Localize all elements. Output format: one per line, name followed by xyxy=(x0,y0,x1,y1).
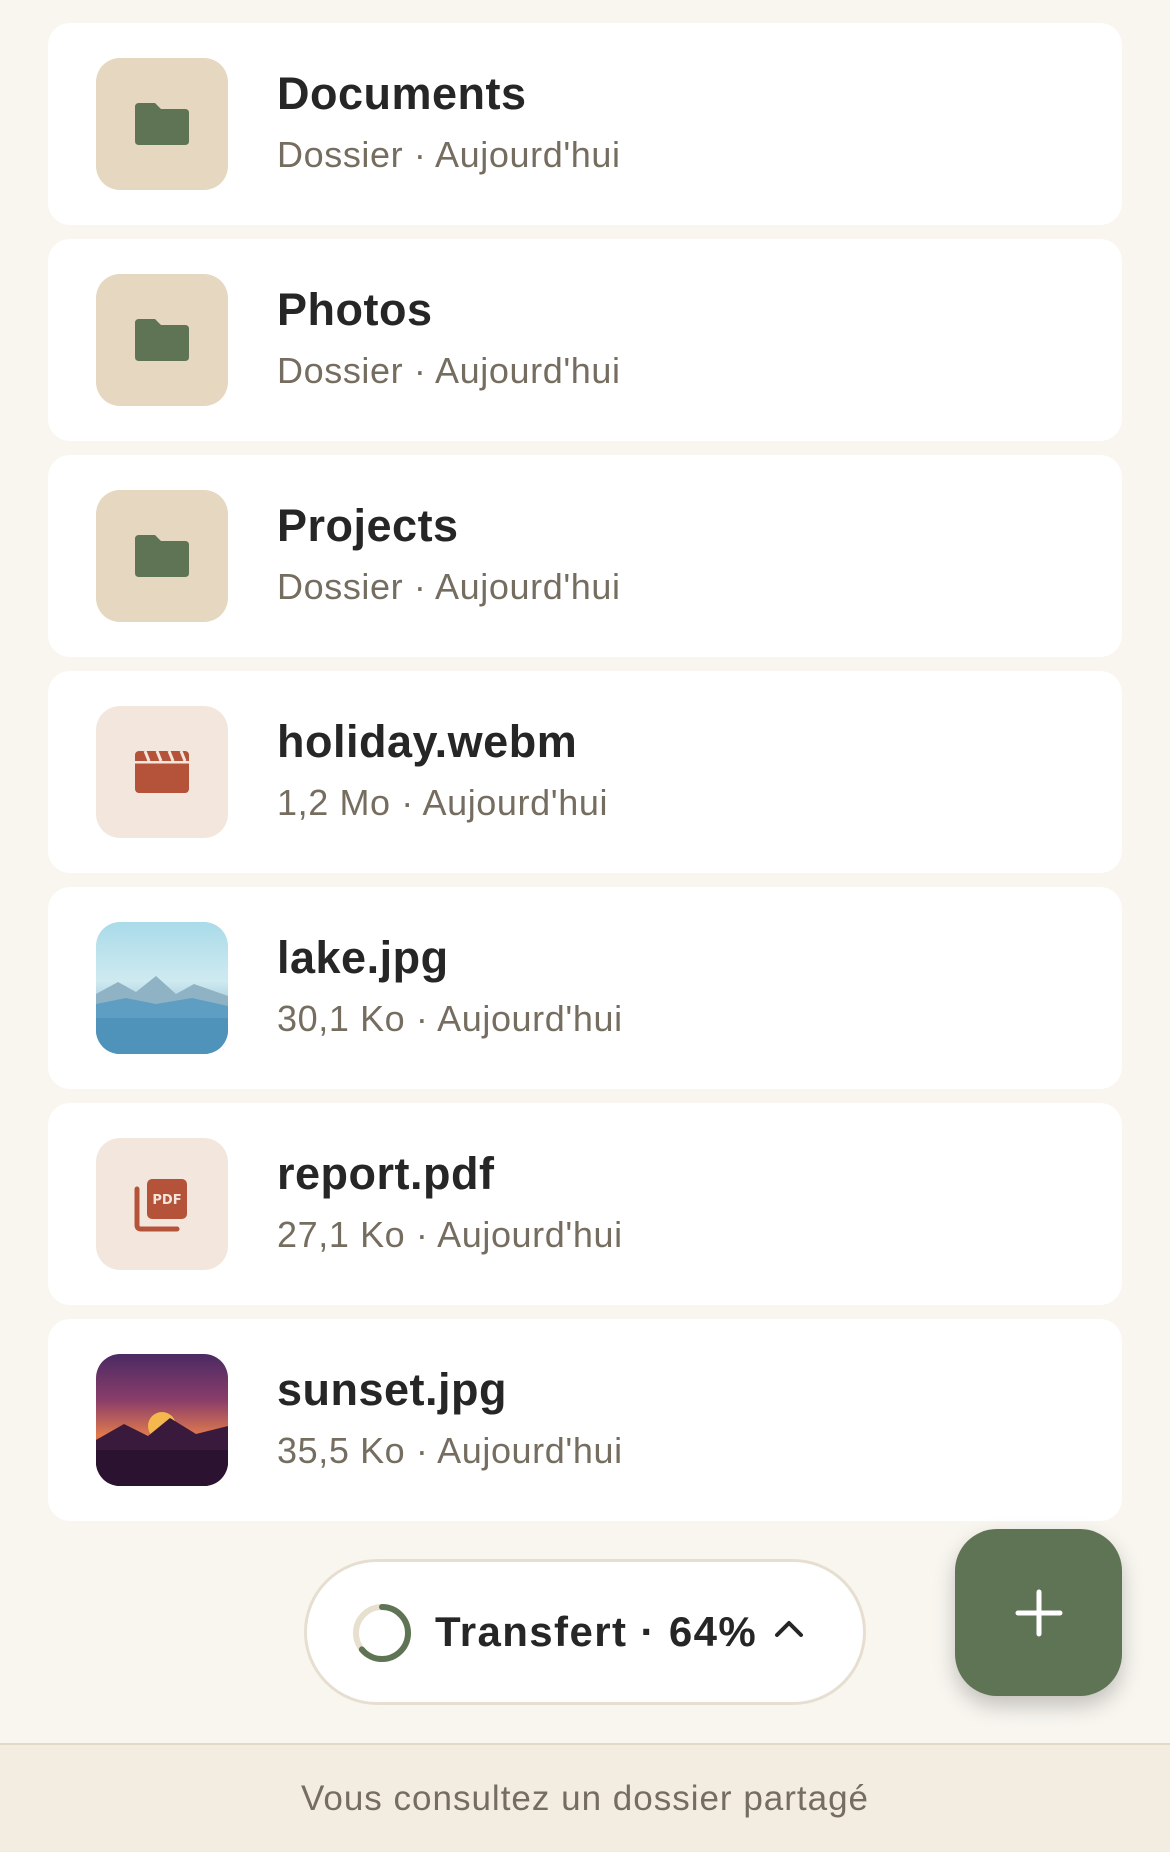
file-text: Documents Dossier · Aujourd'hui xyxy=(277,69,621,174)
file-text: holiday.webm 1,2 Mo · Aujourd'hui xyxy=(277,717,608,822)
file-meta: 1,2 Mo · Aujourd'hui xyxy=(277,781,609,823)
file-list: Documents Dossier · Aujourd'hui Photos D… xyxy=(48,23,1122,1535)
file-meta: 35,5 Ko · Aujourd'hui xyxy=(277,1429,623,1471)
file-text: report.pdf 27,1 Ko · Aujourd'hui xyxy=(277,1149,623,1254)
svg-text:PDF: PDF xyxy=(152,1193,181,1208)
file-name: report.pdf xyxy=(277,1148,495,1199)
file-meta: 30,1 Ko · Aujourd'hui xyxy=(277,997,623,1039)
transfer-label: Transfert · 64% xyxy=(435,1608,758,1655)
file-browser-page: Documents Dossier · Aujourd'hui Photos D… xyxy=(0,0,1170,1852)
file-meta: Dossier · Aujourd'hui xyxy=(277,565,621,607)
file-meta: 27,1 Ko · Aujourd'hui xyxy=(277,1213,623,1255)
folder-icon xyxy=(96,58,228,190)
chevron-up-icon xyxy=(775,1621,803,1637)
file-item-lake-jpg[interactable]: lake.jpg 30,1 Ko · Aujourd'hui xyxy=(48,887,1122,1089)
lake-thumbnail xyxy=(96,922,228,1054)
transfer-status-button[interactable]: Transfert · 64% xyxy=(304,1559,866,1705)
file-name: sunset.jpg xyxy=(277,1364,508,1415)
file-item-projects[interactable]: Projects Dossier · Aujourd'hui xyxy=(48,455,1122,657)
file-text: sunset.jpg 35,5 Ko · Aujourd'hui xyxy=(277,1365,623,1470)
file-name: Projects xyxy=(277,500,459,551)
file-item-holiday-webm[interactable]: holiday.webm 1,2 Mo · Aujourd'hui xyxy=(48,671,1122,873)
file-meta: Dossier · Aujourd'hui xyxy=(277,349,621,391)
file-name: lake.jpg xyxy=(277,932,449,983)
file-name: Photos xyxy=(277,284,433,335)
shared-folder-footer: Vous consultez un dossier partagé xyxy=(0,1743,1170,1852)
sunset-thumbnail xyxy=(96,1354,228,1486)
file-item-report-pdf[interactable]: PDF report.pdf 27,1 Ko · Aujourd'hui xyxy=(48,1103,1122,1305)
file-item-documents[interactable]: Documents Dossier · Aujourd'hui xyxy=(48,23,1122,225)
pdf-icon: PDF xyxy=(96,1138,228,1270)
plus-icon xyxy=(1015,1589,1062,1636)
file-meta: Dossier · Aujourd'hui xyxy=(277,133,621,175)
video-clapper-icon xyxy=(96,706,228,838)
file-text: Photos Dossier · Aujourd'hui xyxy=(277,285,621,390)
file-name: holiday.webm xyxy=(277,716,578,767)
file-text: Projects Dossier · Aujourd'hui xyxy=(277,501,621,606)
footer-text: Vous consultez un dossier partagé xyxy=(300,1778,870,1818)
folder-icon xyxy=(96,490,228,622)
transfer-progress-ring xyxy=(353,1604,411,1662)
add-button[interactable] xyxy=(955,1529,1122,1696)
file-name: Documents xyxy=(277,68,527,119)
file-item-photos[interactable]: Photos Dossier · Aujourd'hui xyxy=(48,239,1122,441)
file-text: lake.jpg 30,1 Ko · Aujourd'hui xyxy=(277,933,623,1038)
folder-icon xyxy=(96,274,228,406)
file-item-sunset-jpg[interactable]: sunset.jpg 35,5 Ko · Aujourd'hui xyxy=(48,1319,1122,1521)
